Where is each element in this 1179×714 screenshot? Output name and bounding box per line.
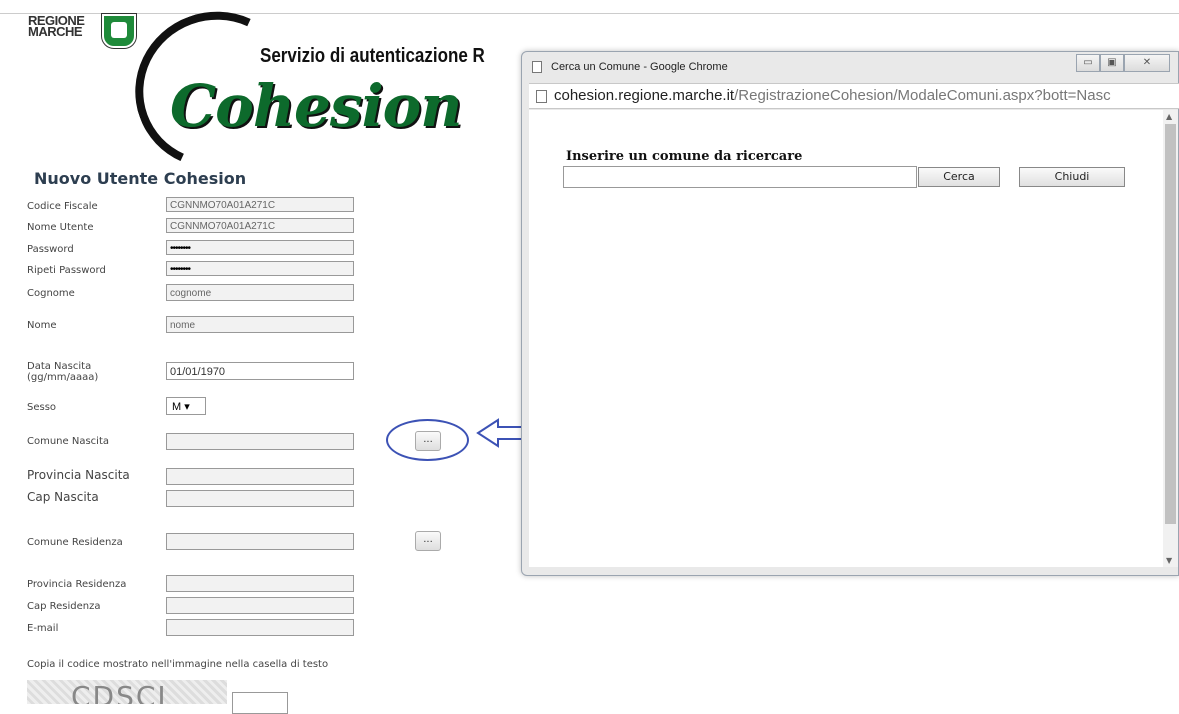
- url-text[interactable]: cohesion.regione.marche.it/Registrazione…: [554, 87, 1111, 104]
- comune-nascita-field[interactable]: [166, 433, 354, 450]
- sesso-label: Sesso: [27, 402, 57, 413]
- ripeti-password-label: Ripeti Password: [27, 265, 106, 276]
- password-label: Password: [27, 244, 74, 255]
- cap-residenza-label: Cap Residenza: [27, 601, 101, 612]
- nome-utente-label: Nome Utente: [27, 222, 94, 233]
- logo-text: REGIONE MARCHE: [28, 13, 85, 39]
- page-icon: [536, 90, 547, 103]
- codice-fiscale-label: Codice Fiscale: [27, 201, 98, 212]
- chiudi-button[interactable]: Chiudi: [1019, 167, 1125, 187]
- popup-window: Cerca un Comune - Google Chrome ▭ ▣ ✕ co…: [521, 51, 1179, 576]
- provincia-residenza-field[interactable]: [166, 575, 354, 592]
- captcha-instructions: Copia il codice mostrato nell'immagine n…: [27, 659, 329, 670]
- data-nascita-field[interactable]: 01/01/1970: [166, 362, 354, 380]
- captcha-input[interactable]: [232, 692, 288, 714]
- email-field[interactable]: [166, 619, 354, 636]
- form-title: Nuovo Utente Cohesion: [34, 169, 247, 188]
- cognome-field[interactable]: cognome: [166, 284, 354, 301]
- top-divider: [0, 13, 1179, 14]
- maximize-button[interactable]: ▣: [1100, 54, 1124, 72]
- service-title: Servizio di autenticazione R: [260, 45, 485, 67]
- email-label: E-mail: [27, 623, 59, 634]
- shield-icon: [102, 14, 136, 48]
- regione-marche-logo: REGIONE MARCHE: [16, 6, 136, 64]
- page-icon: [532, 61, 542, 73]
- captcha-image: CDSCI: [27, 680, 227, 704]
- provincia-nascita-label: Provincia Nascita: [27, 468, 130, 482]
- comune-residenza-field[interactable]: [166, 533, 354, 550]
- data-nascita-label: Data Nascita (gg/mm/aaaa): [27, 361, 99, 383]
- cap-nascita-field[interactable]: [166, 490, 354, 507]
- comune-search-input[interactable]: [563, 166, 917, 188]
- ripeti-password-field[interactable]: ••••••••: [166, 261, 354, 276]
- search-comune-label: Inserire un comune da ricercare: [566, 149, 803, 164]
- cerca-button[interactable]: Cerca: [918, 167, 1000, 187]
- codice-fiscale-field[interactable]: CGNNMO70A01A271C: [166, 197, 354, 212]
- url-bar[interactable]: cohesion.regione.marche.it/Registrazione…: [529, 83, 1179, 109]
- highlight-circle: [386, 419, 469, 461]
- popup-content: Inserire un comune da ricercare Cerca Ch…: [529, 110, 1163, 567]
- nome-utente-field[interactable]: CGNNMO70A01A271C: [166, 218, 354, 233]
- comune-nascita-label: Comune Nascita: [27, 436, 109, 447]
- cap-nascita-label: Cap Nascita: [27, 490, 99, 504]
- nome-label: Nome: [27, 320, 57, 331]
- cohesion-brand: Cohesion: [170, 72, 462, 140]
- comune-residenza-label: Comune Residenza: [27, 537, 123, 548]
- close-window-button[interactable]: ✕: [1124, 54, 1170, 72]
- cap-residenza-field[interactable]: [166, 597, 354, 614]
- provincia-nascita-field[interactable]: [166, 468, 354, 485]
- scroll-thumb[interactable]: [1165, 124, 1176, 524]
- minimize-button[interactable]: ▭: [1076, 54, 1100, 72]
- window-title: Cerca un Comune - Google Chrome: [551, 61, 728, 73]
- provincia-residenza-label: Provincia Residenza: [27, 579, 127, 590]
- sesso-select[interactable]: M ▾: [166, 397, 206, 415]
- scroll-down-icon[interactable]: ▼: [1166, 556, 1172, 565]
- cognome-label: Cognome: [27, 288, 75, 299]
- scroll-up-icon[interactable]: ▲: [1166, 112, 1172, 121]
- scrollbar[interactable]: ▲ ▼: [1163, 110, 1178, 567]
- comune-residenza-lookup-button[interactable]: ...: [415, 531, 441, 551]
- password-field[interactable]: ••••••••: [166, 240, 354, 255]
- nome-field[interactable]: nome: [166, 316, 354, 333]
